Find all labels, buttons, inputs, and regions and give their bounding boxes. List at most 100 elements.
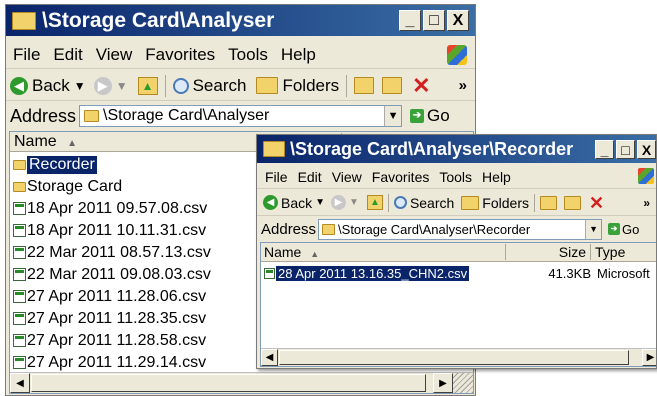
- scroll-left-button[interactable]: ◀: [10, 373, 30, 393]
- forward-arrow-icon: ▶: [331, 195, 347, 210]
- horizontal-scrollbar[interactable]: ◀ ▶: [10, 372, 473, 393]
- menu-file[interactable]: File: [13, 45, 40, 65]
- folder-icon: [263, 141, 285, 157]
- scroll-left-button[interactable]: ◀: [261, 349, 278, 366]
- delete-icon[interactable]: ✕: [589, 194, 604, 212]
- address-field[interactable]: \Storage Card\Analyser ▼: [79, 105, 403, 127]
- list-item[interactable]: 18 Apr 2011 10.11.31.csv: [10, 220, 206, 241]
- menu-view[interactable]: View: [96, 45, 133, 65]
- maximize-button[interactable]: □: [616, 140, 635, 159]
- minimize-button[interactable]: _: [399, 10, 421, 31]
- minimize-icon: _: [600, 141, 609, 158]
- copy-to-icon[interactable]: [563, 195, 581, 210]
- table-row[interactable]: 28 Apr 2011 13.16.35_CHN2.csv 41.3KB Micro…: [261, 264, 656, 282]
- scroll-thumb[interactable]: [31, 374, 426, 392]
- csv-file-icon: [13, 312, 26, 325]
- toolbar-separator: [533, 193, 535, 212]
- list-item[interactable]: Recorder: [10, 154, 97, 175]
- minimize-button[interactable]: _: [595, 140, 614, 159]
- window-buttons: _ □ X: [399, 10, 469, 31]
- search-icon: [393, 196, 407, 209]
- menu-favorites[interactable]: Favorites: [372, 169, 430, 185]
- list-item[interactable]: 22 Mar 2011 08.57.13.csv: [10, 242, 211, 263]
- list-item[interactable]: 22 Mar 2011 09.08.03.csv: [10, 264, 211, 285]
- address-dropdown-button[interactable]: ▼: [384, 106, 402, 126]
- search-button[interactable]: Search: [393, 195, 454, 211]
- menu-favorites[interactable]: Favorites: [145, 45, 215, 65]
- column-size[interactable]: Size: [506, 244, 591, 260]
- folders-button[interactable]: Folders: [461, 195, 529, 211]
- list-item[interactable]: 27 Apr 2011 11.28.06.csv: [10, 286, 206, 307]
- list-item[interactable]: 27 Apr 2011 11.28.58.csv: [10, 330, 206, 351]
- back-button[interactable]: ◀ Back ▼: [263, 195, 325, 211]
- toolbar-overflow-button[interactable]: »: [459, 77, 467, 94]
- scroll-thumb[interactable]: [279, 350, 629, 365]
- horizontal-scrollbar[interactable]: ◀ ▶: [261, 348, 656, 366]
- address-dropdown-button[interactable]: ▼: [585, 219, 602, 239]
- window-title: \Storage Card\Analyser: [42, 8, 275, 32]
- list-item-name: 27 Apr 2011 11.29.14.csv: [27, 353, 207, 371]
- toolbar-separator: [164, 74, 166, 97]
- menu-tools[interactable]: Tools: [228, 45, 268, 65]
- list-item-name: 22 Mar 2011 09.08.03.csv: [27, 265, 211, 283]
- address-field[interactable]: \Storage Card\Analyser\Recorder ▼: [318, 218, 603, 240]
- menu-view[interactable]: View: [332, 169, 362, 185]
- column-type[interactable]: Type: [591, 244, 625, 260]
- menu-edit[interactable]: Edit: [53, 45, 82, 65]
- csv-file-icon: [13, 246, 26, 259]
- csv-file-icon: [13, 202, 26, 215]
- list-item-name: Recorder: [27, 155, 97, 174]
- list-item[interactable]: Storage Card: [10, 176, 122, 197]
- back-dropdown-icon: ▼: [73, 78, 86, 93]
- menu-file[interactable]: File: [265, 169, 288, 185]
- list-item-name: 28 Apr 2011 13.16.35_CHN2.csv: [276, 265, 470, 281]
- forward-button[interactable]: ▶ ▼: [93, 76, 128, 95]
- close-button[interactable]: X: [637, 140, 656, 159]
- copy-to-icon[interactable]: [382, 77, 403, 94]
- move-to-icon[interactable]: [539, 195, 557, 210]
- menu-tools[interactable]: Tools: [439, 169, 472, 185]
- delete-icon[interactable]: ✕: [412, 74, 430, 96]
- toolbar-overflow-button[interactable]: »: [643, 196, 650, 210]
- list-item-name: 27 Apr 2011 11.28.06.csv: [27, 287, 207, 305]
- maximize-button[interactable]: □: [423, 10, 445, 31]
- toolbar-separator: [346, 74, 348, 97]
- search-label: Search: [192, 75, 247, 95]
- address-label: Address: [10, 105, 77, 126]
- search-button[interactable]: Search: [172, 75, 247, 96]
- go-arrow-icon: ➔: [608, 223, 621, 235]
- list-item[interactable]: 27 Apr 2011 11.28.35.csv: [10, 308, 206, 329]
- forward-dropdown-icon: ▼: [115, 78, 128, 93]
- close-icon: X: [641, 141, 652, 158]
- forward-button[interactable]: ▶ ▼: [331, 195, 359, 210]
- move-to-icon[interactable]: [354, 77, 375, 94]
- cell-type: Microsoft: [597, 265, 650, 281]
- list-item-name: 18 Apr 2011 10.11.31.csv: [27, 221, 207, 239]
- menu-help[interactable]: Help: [281, 45, 316, 65]
- menu-help[interactable]: Help: [482, 169, 511, 185]
- menu-edit[interactable]: Edit: [298, 169, 322, 185]
- folders-icon: [256, 77, 279, 94]
- column-name[interactable]: Name ▲: [261, 244, 506, 260]
- go-button[interactable]: ➔ Go: [608, 222, 639, 237]
- go-button[interactable]: ➔ Go: [410, 106, 450, 126]
- back-button[interactable]: ◀ Back ▼: [10, 76, 86, 96]
- size-grip[interactable]: [453, 373, 473, 393]
- list-item[interactable]: 18 Apr 2011 09.57.08.csv: [10, 198, 207, 219]
- maximize-icon: □: [429, 11, 439, 29]
- close-button[interactable]: X: [447, 10, 469, 31]
- cell-name: 28 Apr 2011 13.16.35_CHN2.csv: [261, 265, 509, 281]
- up-folder-icon[interactable]: ▲: [137, 76, 158, 95]
- back-arrow-icon: ◀: [263, 195, 278, 210]
- list-item[interactable]: 27 Apr 2011 11.29.14.csv: [10, 352, 206, 373]
- scroll-right-button[interactable]: ▶: [433, 373, 453, 393]
- csv-file-icon: [13, 290, 26, 303]
- back-label: Back: [281, 194, 313, 211]
- folder-icon: [13, 159, 26, 170]
- scroll-right-button[interactable]: ▶: [642, 349, 656, 366]
- up-folder-icon[interactable]: ▲: [366, 195, 383, 210]
- folders-button[interactable]: Folders: [256, 76, 339, 96]
- minimize-icon: _: [405, 11, 415, 29]
- explorer-window-recorder: \Storage Card\Analyser\Recorder _ □ X Fi…: [256, 134, 657, 369]
- column-name-label: Name: [264, 244, 302, 260]
